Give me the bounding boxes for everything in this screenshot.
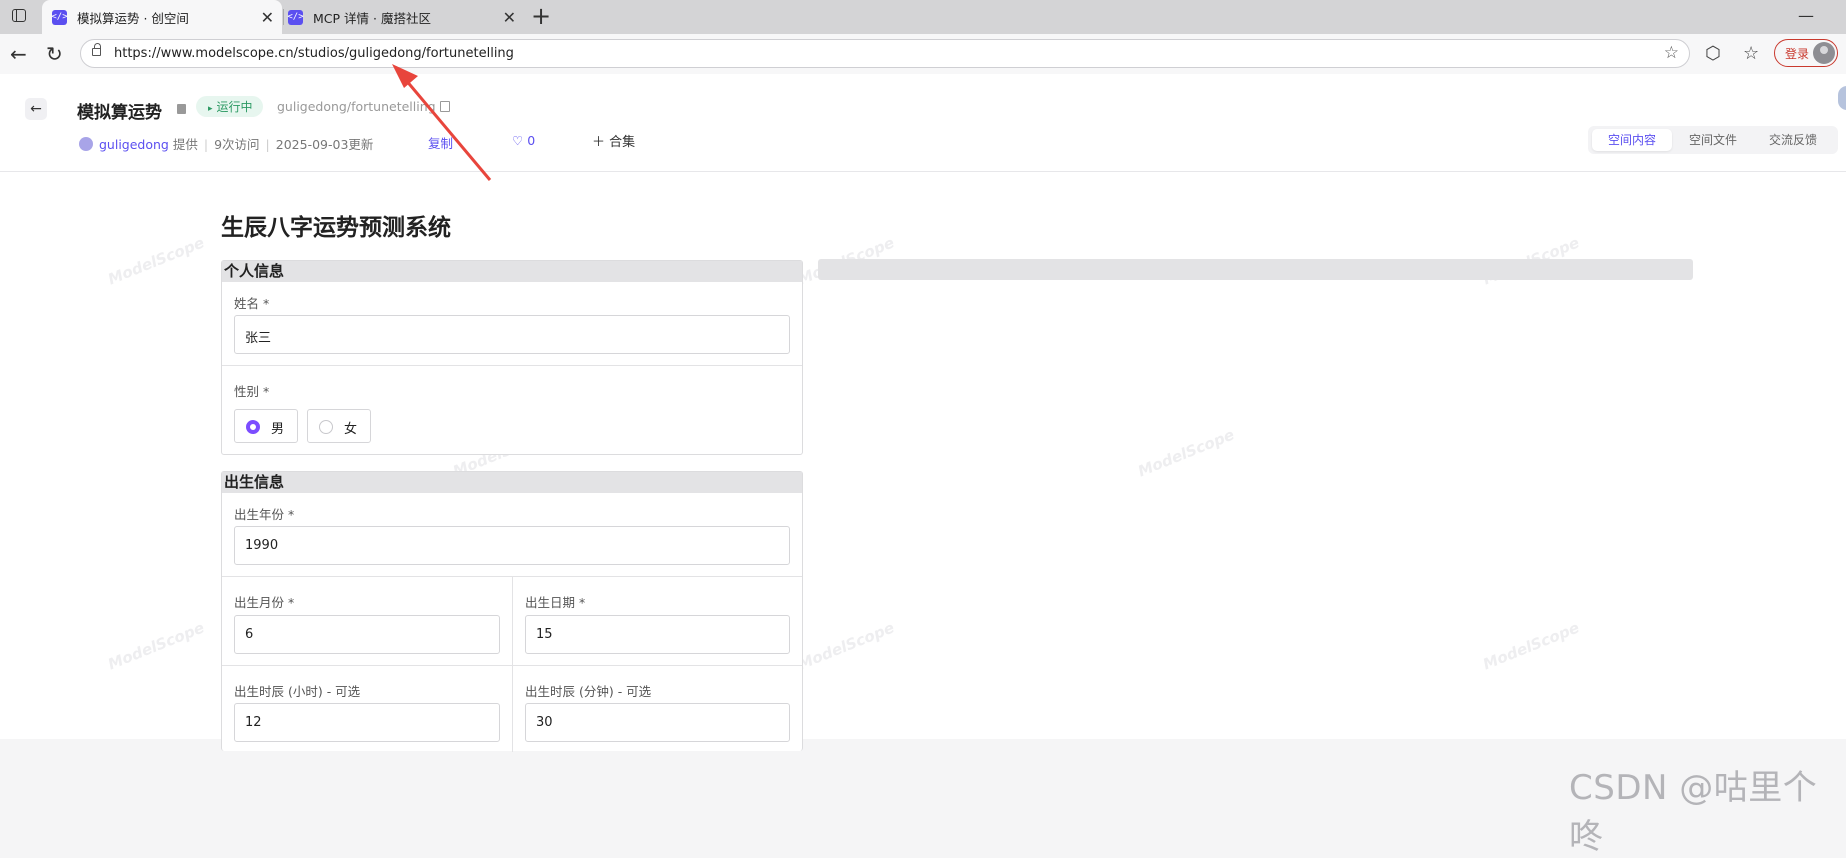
gender-option-male[interactable]: 男 [234,409,298,443]
hour-input[interactable]: 12 [234,703,500,742]
studio-meta: guligedong 提供 | 9次访问 | 2025-09-03更新 [99,137,374,152]
close-tab-icon[interactable]: ✕ [503,8,516,27]
minimize-window-icon[interactable]: — [1798,6,1814,25]
year-label: 出生年份 * [234,507,295,522]
watermark: ModelScope [105,233,207,289]
url-text: https://www.modelscope.cn/studios/gulige… [114,46,514,61]
modelscope-favicon-icon: </> [51,9,68,25]
gender-option-label: 女 [344,422,358,437]
collection-label: 合集 [609,135,636,150]
watermark: ModelScope [795,618,897,674]
month-input[interactable]: 6 [234,615,500,654]
duplicate-link[interactable]: 复制 [428,133,453,152]
favorites-icon[interactable]: ☆ [1743,43,1759,64]
like-count: 0 [527,133,536,148]
tab-space-content[interactable]: 空间内容 [1592,129,1672,151]
login-button[interactable]: 登录 [1774,39,1838,67]
gender-option-female[interactable]: 女 [307,409,371,443]
like-button[interactable]: ♡ 0 [512,133,535,148]
month-value: 6 [245,627,254,642]
address-bar[interactable]: https://www.modelscope.cn/studios/gulige… [80,39,1690,68]
updated-date: 2025-09-03更新 [275,137,374,152]
back-button[interactable]: ← [25,98,47,120]
visit-count: 9次访问 [214,137,260,152]
personal-info-section: 个人信息 姓名 * 张三 性别 * 男 女 [221,260,803,455]
browser-tab-active[interactable]: </> 模拟算运势 · 创空间 ✕ [42,0,282,34]
repo-path: guligedong/fortunetelling [277,99,436,114]
author-link[interactable]: guligedong [99,137,169,152]
page-content: ← 模拟算运势 运行中 guligedong/fortunetelling gu… [0,74,1846,857]
lock-icon [92,43,101,56]
side-floating-button[interactable] [1838,86,1846,110]
radio-unchecked-icon [319,420,333,434]
browser-tab-strip: </> 模拟算运势 · 创空间 ✕ </> MCP 详情 · 魔搭社区 ✕ + … [0,0,1846,34]
name-label: 姓名 * [234,296,270,311]
avatar-icon [1813,42,1835,64]
page-title: 模拟算运势 [77,103,162,123]
provided-text: 提供 [172,137,198,152]
tab-feedback[interactable]: 交流反馈 [1753,129,1833,151]
author-avatar [79,137,93,151]
name-value: 张三 [245,331,272,346]
section-header: 出生信息 [222,472,802,493]
tab-title: 模拟算运势 · 创空间 [77,10,189,26]
extensions-icon[interactable]: ⬡ [1705,43,1721,64]
plus-icon: ＋ [592,135,606,150]
divider [222,665,802,666]
tab-title: MCP 详情 · 魔搭社区 [313,10,431,26]
login-label: 登录 [1785,47,1810,61]
minute-value: 30 [536,715,553,730]
app-title: 生辰八字运势预测系统 [221,215,451,241]
section-header: 个人信息 [222,261,802,282]
minute-label: 出生时辰 (分钟) - 可选 [525,684,652,699]
copy-icon[interactable] [440,101,450,112]
minute-input[interactable]: 30 [525,703,790,742]
watermark: ModelScope [105,618,207,674]
day-label: 出生日期 * [525,595,586,610]
document-icon [177,104,186,114]
divider [512,576,513,752]
new-tab-icon[interactable]: + [531,3,551,29]
browser-toolbar: ← ↻ https://www.modelscope.cn/studios/gu… [0,34,1846,74]
watermark: ModelScope [1480,618,1582,674]
watermark: ModelScope [1135,425,1237,481]
name-input[interactable]: 张三 [234,315,790,354]
radio-checked-icon [246,420,260,434]
favorite-star-icon[interactable]: ☆ [1664,43,1679,63]
output-panel-header [818,259,1693,280]
gender-label: 性别 * [234,384,270,399]
year-input[interactable]: 1990 [234,526,790,565]
close-tab-icon[interactable]: ✕ [261,8,274,27]
year-value: 1990 [245,538,279,553]
csdn-watermark: CSDN @咕里个咚 [1569,768,1818,857]
section-title: 个人信息 [224,262,285,280]
studio-header: ← 模拟算运势 运行中 guligedong/fortunetelling gu… [0,74,1846,172]
gender-option-label: 男 [271,422,285,437]
section-title: 出生信息 [224,473,285,491]
modelscope-favicon-icon: </> [287,9,304,25]
space-tabs: 空间内容 空间文件 交流反馈 [1588,126,1838,154]
birth-info-section: 出生信息 出生年份 * 1990 出生月份 * 6 出生日期 * 15 出生时辰… [221,471,803,752]
day-input[interactable]: 15 [525,615,790,654]
tab-space-files[interactable]: 空间文件 [1673,129,1753,151]
browser-tab[interactable]: </> MCP 详情 · 魔搭社区 ✕ [284,0,524,34]
refresh-icon[interactable]: ↻ [46,42,63,66]
hour-label: 出生时辰 (小时) - 可选 [234,684,361,699]
heart-icon: ♡ [512,133,524,148]
hour-value: 12 [245,715,262,730]
day-value: 15 [536,627,553,642]
status-badge: 运行中 [196,96,263,117]
month-label: 出生月份 * [234,595,295,610]
divider [222,365,802,366]
add-collection-button[interactable]: ＋ 合集 [592,131,635,150]
back-arrow-icon[interactable]: ← [10,42,27,66]
tab-actions-icon[interactable] [12,9,26,22]
